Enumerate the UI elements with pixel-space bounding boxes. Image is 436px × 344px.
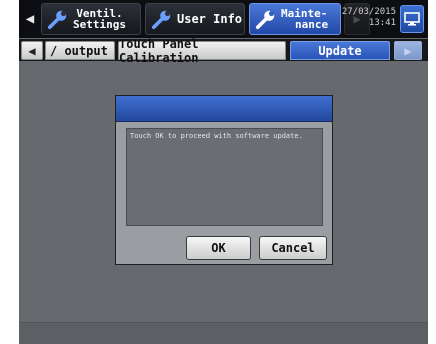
tab-user-info-label: User Info — [177, 12, 243, 26]
wrench-icon — [255, 10, 275, 30]
time-text: 13:41 — [368, 18, 396, 28]
confirm-update-dialog: Touch OK to proceed with software update… — [115, 95, 333, 265]
monitor-button[interactable] — [400, 5, 424, 33]
prev-arrow-icon: ◀ — [28, 43, 36, 58]
tab-user-info[interactable]: User Info — [145, 3, 245, 35]
wrench-icon — [151, 10, 171, 30]
touch-panel-screen: ◀ Ventil. Settings User Info Mainte- nan… — [19, 0, 428, 344]
subtab-next-arrow[interactable]: ▶ — [394, 41, 422, 60]
bottom-status-bar — [19, 322, 428, 344]
header-bar: ◀ Ventil. Settings User Info Mainte- nan… — [19, 0, 428, 38]
dialog-message: Touch OK to proceed with software update… — [126, 128, 323, 226]
subtab-bar: ◀ / output Touch Panel Calibration Updat… — [19, 37, 428, 65]
date-text: 27/03/2015 — [341, 7, 396, 17]
prev-tab-arrow-icon[interactable]: ◀ — [21, 5, 39, 33]
tab-ventilation-settings[interactable]: Ventil. Settings — [41, 3, 141, 35]
subtab-update[interactable]: Update — [290, 41, 390, 60]
subtab-output[interactable]: / output — [45, 41, 115, 60]
wrench-icon — [47, 10, 67, 30]
cancel-button[interactable]: Cancel — [259, 236, 327, 260]
monitor-icon — [404, 12, 420, 26]
tab-ventilation-settings-label: Ventil. Settings — [73, 7, 126, 31]
ok-button[interactable]: OK — [186, 236, 251, 260]
next-arrow-icon: ▶ — [404, 43, 412, 58]
dialog-title-bar — [116, 96, 332, 122]
date-time-display: 27/03/2015 13:41 — [342, 7, 396, 29]
subtab-prev-arrow[interactable]: ◀ — [21, 41, 43, 60]
tab-maintenance-label: Mainte- nance — [281, 7, 329, 31]
tab-maintenance[interactable]: Mainte- nance — [249, 3, 341, 35]
subtab-touch-panel-calibration[interactable]: Touch Panel Calibration — [118, 37, 286, 65]
